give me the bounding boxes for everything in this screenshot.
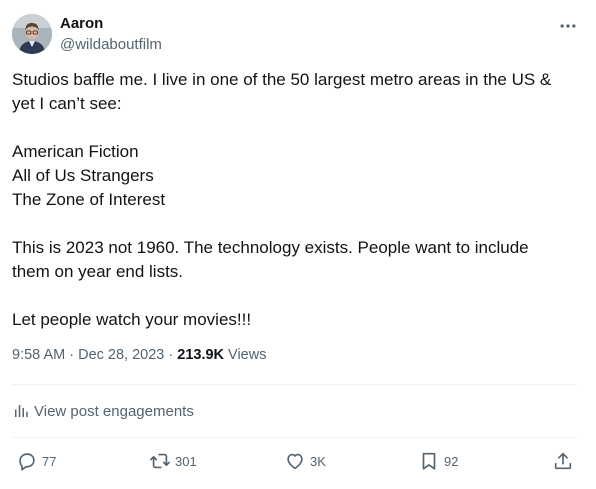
- like-button[interactable]: 3K: [284, 450, 326, 472]
- share-upload-icon: [554, 452, 572, 470]
- repost-arrows-icon: [150, 453, 170, 469]
- bookmark-button[interactable]: 92: [418, 450, 458, 472]
- post-line: All of Us Strangers: [12, 166, 154, 185]
- post-line: The Zone of Interest: [12, 190, 166, 209]
- view-engagements-link[interactable]: View post engagements: [12, 400, 194, 422]
- post-line: Let people watch your movies!!!: [12, 310, 252, 329]
- views-label: Views: [224, 347, 267, 363]
- divider: [12, 384, 578, 385]
- post-line: them on year end lists.: [12, 262, 184, 281]
- post-line: American Fiction: [12, 142, 139, 161]
- reply-bubble-icon: [19, 453, 35, 471]
- meta-separator: ·: [164, 347, 178, 363]
- post-meta: 9:58 AM · Dec 28, 2023 · 213.9K Views: [12, 347, 266, 363]
- avatar[interactable]: [12, 14, 52, 54]
- bookmark-count: 92: [444, 453, 459, 469]
- repost-button[interactable]: 301: [149, 450, 197, 472]
- more-horizontal-icon[interactable]: [558, 16, 578, 36]
- action-bar: 77 301 3K 92: [12, 450, 578, 474]
- author-handle[interactable]: @wildaboutfilm: [60, 36, 162, 53]
- share-button[interactable]: [552, 450, 574, 472]
- post-header: Aaron @wildaboutfilm: [12, 12, 584, 56]
- post-line: Studios baffle me. I live in one of the …: [12, 70, 552, 89]
- meta-separator: ·: [65, 347, 79, 363]
- post-time[interactable]: 9:58 AM: [12, 347, 65, 363]
- reply-button[interactable]: 77: [16, 450, 56, 472]
- divider: [12, 437, 578, 438]
- reply-count: 77: [42, 453, 57, 469]
- author-name[interactable]: Aaron: [60, 15, 103, 32]
- post-date[interactable]: Dec 28, 2023: [78, 347, 164, 363]
- post-line: yet I can’t see:: [12, 94, 122, 113]
- views-count: 213.9K: [177, 347, 225, 363]
- post-text: Studios baffle me. I live in one of the …: [12, 68, 584, 332]
- like-count: 3K: [310, 453, 326, 469]
- repost-count: 301: [175, 453, 197, 469]
- analytics-bars-icon: [15, 405, 28, 417]
- bookmark-icon: [422, 452, 436, 470]
- heart-icon: [287, 453, 303, 470]
- engagements-label: View post engagements: [34, 402, 194, 420]
- post-line: This is 2023 not 1960. The technology ex…: [12, 238, 529, 257]
